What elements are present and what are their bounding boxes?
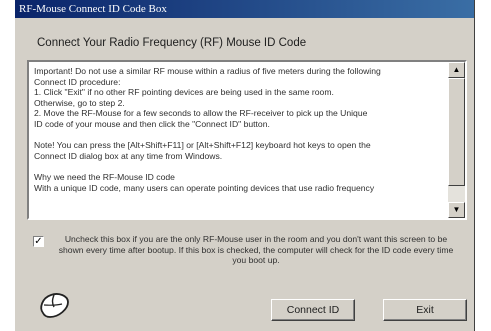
info-line: Connect ID procedure:: [34, 76, 121, 87]
connect-id-button[interactable]: Connect ID: [271, 299, 355, 321]
info-line: Why we need the RF-Mouse ID code: [34, 171, 175, 182]
info-line: Otherwise, go to step 2.: [34, 97, 125, 108]
dialog-window: RF-Mouse Connect ID Code Box Connect You…: [14, 0, 475, 331]
rf-mouse-icon: [40, 293, 69, 318]
show-at-startup-checkbox[interactable]: ✓: [33, 236, 44, 247]
exit-button[interactable]: Exit: [383, 299, 467, 321]
info-line: 2. Move the RF-Mouse for a few seconds t…: [34, 108, 368, 119]
dialog-header: Connect Your Radio Frequency (RF) Mouse …: [37, 37, 307, 49]
info-line: Important! Do not use a similar RF mouse…: [34, 66, 381, 76]
scroll-down-icon[interactable]: ▼: [448, 202, 465, 218]
info-line: With a unique ID code, many users can op…: [34, 182, 375, 193]
info-line: ID code of your mouse and then click the…: [34, 118, 270, 129]
vertical-scrollbar[interactable]: ▲ ▼: [448, 62, 465, 218]
scroll-up-icon[interactable]: ▲: [448, 62, 465, 78]
checkbox-label: Uncheck this box if you are the only RF-…: [58, 234, 454, 266]
info-spacer: [34, 130, 447, 141]
info-spacer: [34, 161, 447, 172]
title-bar: RF-Mouse Connect ID Code Box: [15, 0, 474, 18]
info-line: 1. Click "Exit" if no other RF pointing …: [34, 87, 334, 98]
scrollbar-thumb[interactable]: [448, 78, 465, 186]
info-line: Note! You can press the [Alt+Shift+F11] …: [34, 140, 371, 151]
info-text-content: Important! Do not use a similar RF mouse…: [34, 66, 447, 216]
info-line: Connect ID dialog box at any time from W…: [34, 150, 223, 161]
info-text-area[interactable]: Important! Do not use a similar RF mouse…: [27, 60, 467, 220]
